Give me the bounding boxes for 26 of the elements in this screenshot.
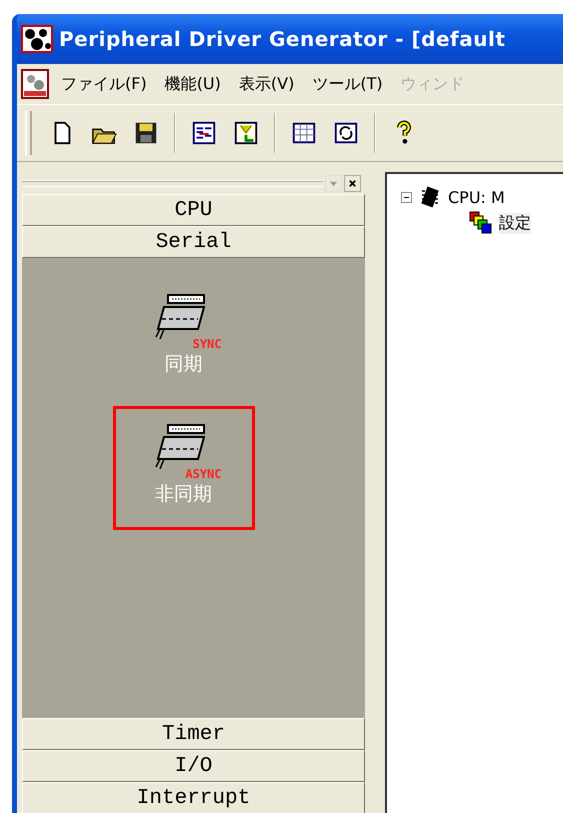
app-icon xyxy=(21,25,53,53)
colored-blocks-icon xyxy=(469,211,493,235)
menu-item[interactable]: ファイル(F) xyxy=(61,74,147,94)
category-button[interactable]: Serial xyxy=(22,226,365,258)
close-button[interactable] xyxy=(344,174,361,192)
category-button[interactable]: I/O xyxy=(22,750,365,782)
category-button[interactable]: Interrupt xyxy=(22,782,365,813)
device-tag: SYNC xyxy=(192,337,222,351)
tree-item[interactable]: CPU: M xyxy=(448,188,505,206)
tree-item[interactable]: 設定 xyxy=(499,212,531,234)
document-icon xyxy=(21,69,49,99)
refresh-icon xyxy=(333,120,359,146)
category-button[interactable]: CPU xyxy=(22,194,365,226)
collapse-toggle[interactable] xyxy=(401,192,412,202)
caret-icon xyxy=(329,178,338,188)
close-icon xyxy=(348,178,357,188)
device-tag: ASYNC xyxy=(185,467,222,481)
grid-icon xyxy=(291,120,317,146)
toolbar-grip[interactable] xyxy=(25,111,32,155)
menu-item[interactable]: ツール(T) xyxy=(312,74,383,94)
menu-item[interactable]: 機能(U) xyxy=(164,74,221,94)
category-button[interactable]: Timer xyxy=(22,718,365,750)
item-label: 同期 xyxy=(164,352,202,377)
item-label: 非同期 xyxy=(155,482,212,507)
menu-item[interactable]: 表示(V) xyxy=(238,74,294,94)
window-title: Peripheral Driver Generator - [default xyxy=(59,27,506,51)
